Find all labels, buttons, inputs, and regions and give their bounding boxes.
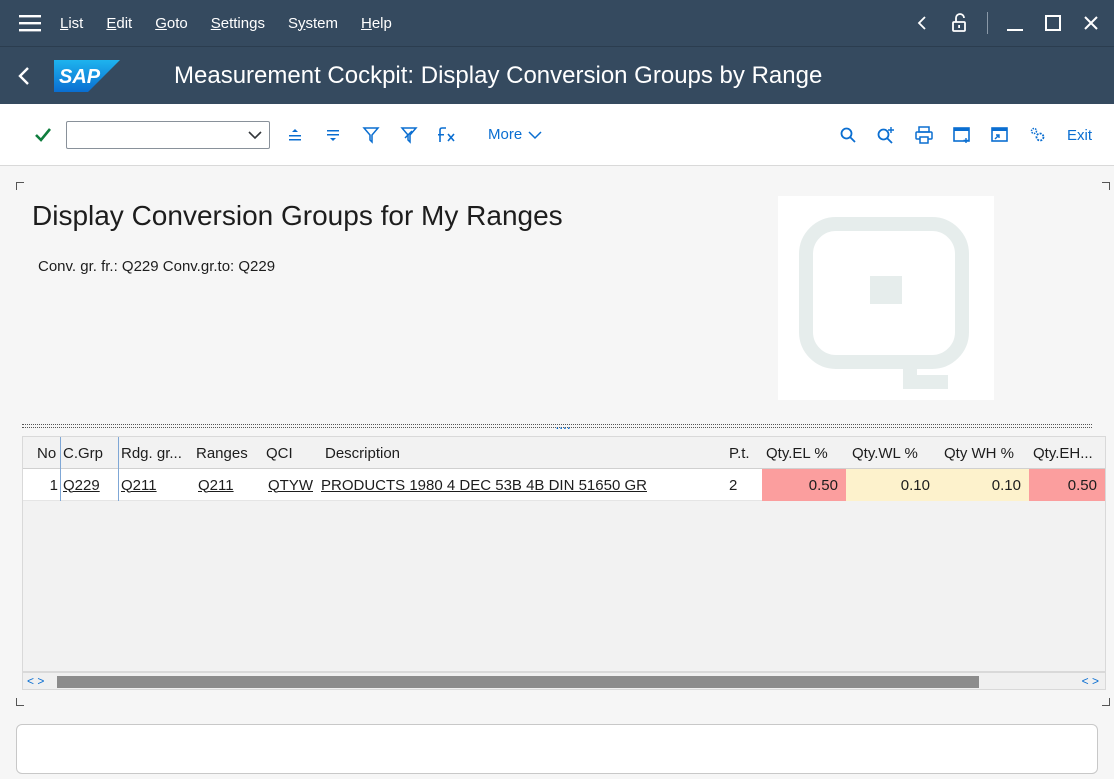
print-button[interactable] — [905, 115, 943, 155]
scroll-arrows-left[interactable]: < > — [27, 674, 44, 688]
enter-button[interactable] — [24, 115, 62, 155]
title-bar: SAP Measurement Cockpit: Display Convers… — [0, 46, 1114, 104]
sort-ascending-button[interactable] — [276, 115, 314, 155]
search-icon — [840, 127, 856, 143]
menu-access-key: H — [360, 14, 372, 32]
column-header-qty-wh[interactable]: Qty WH % — [938, 437, 1029, 469]
filter-icon — [362, 126, 380, 144]
column-header-pt[interactable]: P.t. — [727, 437, 762, 469]
cell-pt: 2 — [729, 476, 738, 494]
menu-access-key: S — [210, 14, 221, 32]
hamburger-menu-icon[interactable] — [0, 0, 60, 46]
column-header-description[interactable]: Description — [321, 437, 727, 469]
filter-settings-button[interactable] — [390, 115, 428, 155]
status-bar — [16, 724, 1098, 774]
customize-layout-button[interactable] — [1019, 115, 1057, 155]
column-header-no[interactable]: No — [23, 437, 60, 469]
search-next-icon — [877, 127, 894, 144]
menu-system[interactable]: System — [288, 15, 338, 32]
window-controls — [903, 0, 1114, 46]
column-header-qty-wl[interactable]: Qty.WL % — [846, 437, 938, 469]
sum-function-button[interactable] — [428, 115, 466, 155]
top-of-page-area: Display Conversion Groups for My Ranges … — [22, 186, 1092, 422]
unlock-icon[interactable] — [941, 0, 979, 46]
back-button[interactable] — [0, 47, 48, 105]
cell-ranges-link[interactable]: Q211 — [194, 469, 264, 501]
q-logo-image — [778, 196, 994, 400]
exit-button[interactable]: Exit — [1067, 127, 1092, 144]
menu-access-key: G — [155, 14, 167, 32]
window-control-separator — [987, 12, 988, 34]
column-header-qci[interactable]: QCI — [264, 437, 321, 469]
cell-qty-el: 0.50 — [762, 469, 846, 501]
menu-goto[interactable]: Goto — [155, 15, 188, 32]
sort-ascending-icon — [289, 128, 301, 140]
application-toolbar: More Exit — [0, 104, 1114, 166]
table-row[interactable]: 1 Q229 Q211 Q211 QTYW PRODUCTS 1980 4 DE… — [23, 469, 1105, 501]
chevron-down-icon[interactable] — [247, 128, 263, 142]
selection-summary: Conv. gr. fr.: Q229 Conv.gr.to: Q229 — [38, 258, 276, 275]
cell-description-link[interactable]: PRODUCTS 1980 4 DEC 53B 4B DIN 51650 GR — [321, 469, 727, 501]
scroll-arrows-right[interactable]: < > — [1082, 674, 1099, 688]
shortcut-icon — [991, 127, 1008, 142]
cell-qci-link[interactable]: QTYW — [264, 469, 321, 501]
chevron-left-icon[interactable] — [903, 0, 941, 46]
frame-corner-bottom-left — [16, 698, 24, 706]
grid-header-row: No C.Grp Rdg. gr... Ranges QCI Descripti… — [23, 437, 1105, 469]
shortcut-button[interactable] — [981, 115, 1019, 155]
command-input[interactable] — [67, 121, 237, 148]
menu-edit[interactable]: Edit — [106, 15, 132, 32]
menu-list[interactable]: List — [60, 15, 83, 32]
chevron-down-icon — [528, 130, 542, 139]
cell-qty-eh: 0.50 — [1029, 469, 1105, 501]
scrollbar-thumb[interactable] — [57, 676, 979, 688]
find-next-button[interactable] — [867, 115, 905, 155]
toolbar-right: Exit — [829, 104, 1114, 166]
app-title: Measurement Cockpit: Display Conversion … — [174, 61, 823, 89]
function-icon — [438, 126, 455, 142]
cell-cgrp-link[interactable]: Q229 — [60, 469, 118, 501]
menu-access-key: y — [297, 14, 306, 32]
filter-settings-icon — [400, 126, 418, 144]
q-logo-icon — [799, 217, 969, 389]
menu-access-key: E — [106, 14, 117, 32]
close-icon[interactable] — [1072, 0, 1110, 46]
menu-access-key: L — [60, 14, 69, 32]
find-button[interactable] — [829, 115, 867, 155]
cell-rdg-link[interactable]: Q211 — [118, 469, 194, 501]
checkmark-icon — [35, 127, 52, 142]
column-header-qty-el[interactable]: Qty.EL % — [762, 437, 846, 469]
more-button[interactable]: More — [488, 126, 542, 143]
back-arrow-icon — [18, 66, 29, 85]
filter-button[interactable] — [352, 115, 390, 155]
create-session-button[interactable] — [943, 115, 981, 155]
gear-icon — [1030, 127, 1045, 142]
svg-text:SAP: SAP — [59, 66, 101, 88]
column-header-qty-eh[interactable]: Qty.EH... — [1029, 437, 1105, 469]
sort-descending-button[interactable] — [314, 115, 352, 155]
maximize-icon[interactable] — [1034, 0, 1072, 46]
minimize-icon[interactable] — [996, 0, 1034, 46]
alv-grid: No C.Grp Rdg. gr... Ranges QCI Descripti… — [22, 436, 1106, 672]
sort-descending-icon — [327, 129, 339, 141]
menu-settings[interactable]: Settings — [211, 15, 265, 32]
new-window-icon — [953, 127, 970, 143]
command-field[interactable] — [66, 120, 270, 149]
column-header-rdg-gr[interactable]: Rdg. gr... — [118, 437, 194, 469]
frame-corner-bottom-right — [1102, 698, 1110, 706]
cell-qty-wl: 0.10 — [846, 469, 938, 501]
sap-logo: SAP — [54, 59, 120, 92]
column-header-cgrp[interactable]: C.Grp — [60, 437, 118, 469]
splitter-grip[interactable]: .... — [556, 421, 571, 432]
column-header-ranges[interactable]: Ranges — [194, 437, 264, 469]
menu-help[interactable]: Help — [361, 15, 392, 32]
page-heading: Display Conversion Groups for My Ranges — [32, 200, 563, 231]
cell-no: 1 — [49, 476, 58, 494]
printer-icon — [915, 126, 933, 144]
menu-bar: List Edit Goto Settings System Help — [0, 0, 1114, 46]
frame-corner-top-right — [1102, 182, 1110, 190]
cell-qty-wh: 0.10 — [938, 469, 1029, 501]
more-label: More — [488, 126, 523, 143]
horizontal-scrollbar[interactable]: < > < > — [22, 672, 1106, 690]
